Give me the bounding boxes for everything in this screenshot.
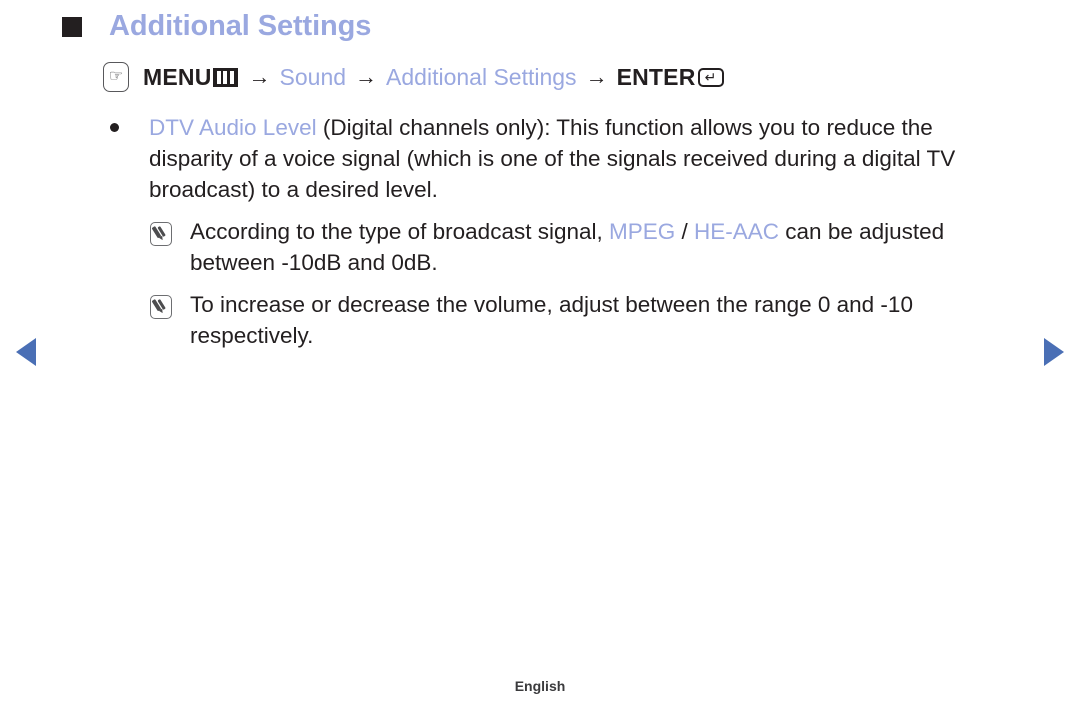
path-separator-2: →	[355, 64, 378, 89]
feature-term-dtv-audio-level: DTV Audio Level	[149, 115, 317, 140]
next-page-arrow-icon[interactable]	[1044, 338, 1064, 366]
menu-path-menu-label: MENU	[143, 63, 212, 90]
footer-language-label: English	[514, 678, 566, 694]
note-paragraph: To increase or decrease the volume, adju…	[190, 292, 913, 348]
menu-keypad-icon	[212, 67, 238, 87]
note-prefix-text: According to the type of broadcast signa…	[190, 219, 609, 244]
list-item: DTV Audio Level (Digital channels only):…	[0, 112, 1080, 205]
note-item: According to the type of broadcast signa…	[0, 216, 1080, 278]
enter-return-icon: ↵	[697, 67, 724, 87]
note-paragraph: According to the type of broadcast signa…	[190, 216, 1025, 278]
page-title: Additional Settings	[109, 10, 372, 42]
path-separator-1: →	[248, 64, 271, 89]
menu-path-breadcrumb: ☞ MENU → Sound → Additional Settings → E…	[103, 62, 724, 92]
press-hand-icon: ☞	[103, 62, 129, 92]
bullet-paragraph: DTV Audio Level (Digital channels only):…	[149, 112, 1020, 205]
path-separator-3: →	[585, 64, 608, 89]
note-pencil-icon	[150, 222, 172, 246]
content-area: DTV Audio Level (Digital channels only):…	[0, 112, 1080, 351]
heading-square-bullet-icon	[62, 16, 82, 37]
note-item: To increase or decrease the volume, adju…	[0, 289, 1080, 351]
menu-path-enter-label: ENTER	[616, 63, 696, 90]
bullet-dot-icon	[110, 123, 119, 132]
codec-separator: /	[675, 219, 695, 244]
note-pencil-icon	[150, 295, 172, 319]
previous-page-arrow-icon[interactable]	[16, 338, 36, 366]
codec-term-he-aac: HE-AAC	[694, 219, 780, 244]
menu-path-step-additional-settings[interactable]: Additional Settings	[386, 65, 577, 89]
hand-press-glyph: ☞	[108, 68, 124, 85]
menu-path-step-sound[interactable]: Sound	[280, 65, 347, 89]
page-heading: Additional Settings	[62, 12, 371, 41]
codec-term-mpeg: MPEG	[609, 219, 676, 244]
